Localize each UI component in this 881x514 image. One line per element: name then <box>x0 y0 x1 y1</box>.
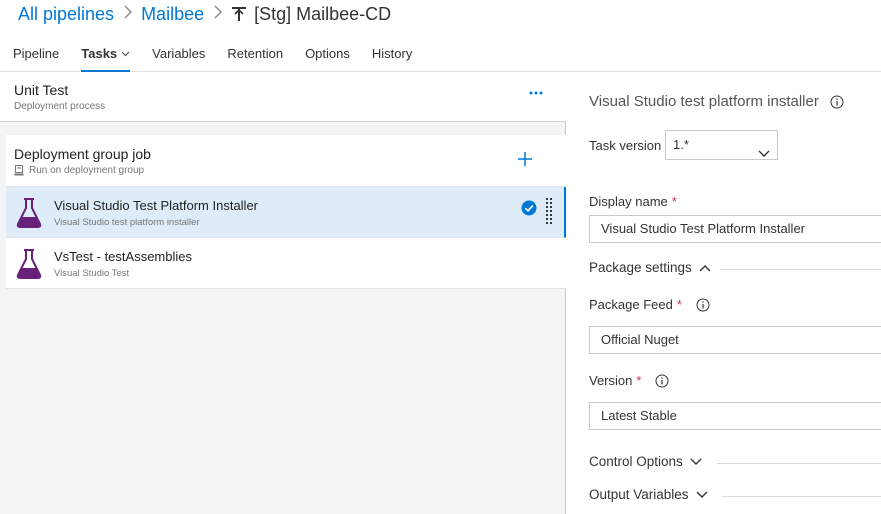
release-pipeline-icon <box>231 5 247 23</box>
output-variables-label: Output Variables <box>589 487 689 502</box>
tab-history[interactable]: History <box>372 36 412 71</box>
tab-label: Variables <box>152 45 206 61</box>
chevron-down-icon <box>758 140 770 168</box>
flask-icon <box>16 249 42 279</box>
breadcrumb-folder-link[interactable]: Mailbee <box>141 4 204 25</box>
display-name-label: Display name * <box>589 194 677 209</box>
tab-retention[interactable]: Retention <box>227 36 283 71</box>
task-details-pane: Visual Studio test platform installer Ta… <box>567 72 881 514</box>
chevron-up-icon <box>699 264 711 272</box>
tab-label: Pipeline <box>13 45 60 61</box>
task-title: Visual Studio Test Platform Installer <box>54 198 259 213</box>
info-icon[interactable] <box>830 95 844 109</box>
control-options-label: Control Options <box>589 454 683 469</box>
pipeline-tabs: Pipeline Tasks Variables Retention Optio… <box>0 36 881 72</box>
drag-handle-icon[interactable] <box>545 198 553 224</box>
tab-options[interactable]: Options <box>305 36 350 71</box>
section-divider <box>722 496 881 497</box>
flask-icon <box>16 198 42 228</box>
chevron-down-icon <box>696 491 708 499</box>
version-label-text: Version <box>589 373 633 388</box>
deployment-group-job[interactable]: Deployment group job Run on deployment g… <box>6 135 566 187</box>
section-divider <box>717 463 881 464</box>
phase-subtitle-text: Run on deployment group <box>29 165 145 176</box>
more-options-icon[interactable] <box>526 86 546 100</box>
package-feed-label: Package Feed * <box>589 297 710 312</box>
control-options-section-toggle[interactable]: Control Options <box>589 454 702 469</box>
version-label: Version * <box>589 373 669 388</box>
task-title: VsTest - testAssemblies <box>54 249 192 264</box>
breadcrumb: All pipelines Mailbee [Stg] Mailbee-CD <box>18 0 391 28</box>
package-settings-section-toggle[interactable]: Package settings <box>589 260 711 275</box>
chevron-down-icon <box>121 51 130 57</box>
task-version-label: Task version <box>589 138 662 153</box>
task-list-pane: Unit Test Deployment process Deployment … <box>0 72 566 514</box>
task-version-value: 1.* <box>673 137 689 152</box>
pipeline-title: [Stg] Mailbee-CD <box>254 3 392 24</box>
task-details-title: Visual Studio test platform installer <box>589 93 844 110</box>
chevron-down-icon <box>690 458 702 466</box>
tab-variables[interactable]: Variables <box>152 36 205 71</box>
tab-label: History <box>371 45 413 61</box>
task-details-title-text: Visual Studio test platform installer <box>589 93 819 110</box>
stage-header[interactable]: Unit Test Deployment process <box>0 72 566 122</box>
info-icon[interactable] <box>696 298 710 312</box>
phase-subtitle: Run on deployment group <box>14 165 144 176</box>
info-icon[interactable] <box>655 374 669 388</box>
task-item-vstest-testassemblies[interactable]: VsTest - testAssemblies Visual Studio Te… <box>6 238 566 289</box>
package-feed-label-text: Package Feed <box>589 297 673 312</box>
task-subtitle: Visual Studio Test <box>54 268 130 279</box>
task-item-vstest-platform-installer[interactable]: Visual Studio Test Platform Installer Vi… <box>6 187 566 238</box>
chevron-right-icon <box>214 5 223 24</box>
server-icon <box>14 165 24 176</box>
tab-tasks[interactable]: Tasks <box>81 36 131 72</box>
output-variables-section-toggle[interactable]: Output Variables <box>589 487 708 502</box>
breadcrumb-all-pipelines-link[interactable]: All pipelines <box>18 4 114 25</box>
required-marker: * <box>676 297 682 312</box>
package-settings-label: Package settings <box>589 260 692 275</box>
section-divider <box>720 269 881 270</box>
stage-title: Unit Test <box>14 82 69 98</box>
required-marker: * <box>636 373 642 388</box>
chevron-right-icon <box>124 5 133 24</box>
task-version-dropdown[interactable]: 1.* <box>665 130 778 160</box>
tab-label: Options <box>305 45 350 61</box>
display-name-label-text: Display name <box>589 194 668 209</box>
add-task-icon[interactable] <box>514 148 536 170</box>
version-dropdown[interactable]: Latest Stable <box>589 402 881 430</box>
stage-subtitle: Deployment process <box>14 101 106 112</box>
phase-title: Deployment group job <box>14 146 151 162</box>
tab-label: Retention <box>227 45 284 61</box>
required-marker: * <box>671 194 677 209</box>
checkmark-circle-icon <box>521 200 537 216</box>
tab-label: Tasks <box>81 45 118 61</box>
task-subtitle: Visual Studio test platform installer <box>54 217 200 228</box>
package-feed-dropdown[interactable]: Official Nuget <box>589 326 881 354</box>
tab-pipeline[interactable]: Pipeline <box>13 36 59 71</box>
display-name-field[interactable]: Visual Studio Test Platform Installer <box>589 215 881 243</box>
